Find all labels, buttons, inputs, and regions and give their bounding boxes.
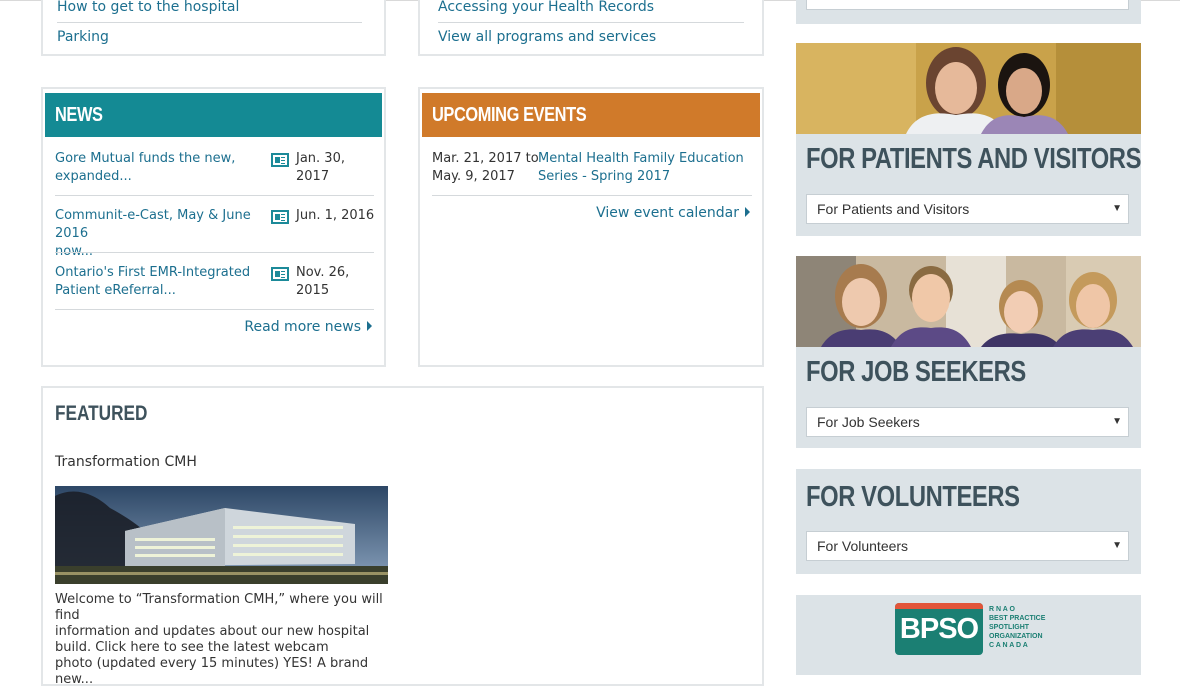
news-item-date-line2: 2015 (296, 283, 330, 298)
job-seekers-select-value: For Job Seekers (817, 414, 920, 430)
event-item-link[interactable]: Mental Health Family Education Series - … (538, 150, 753, 186)
divider (55, 195, 374, 196)
event-date: Mar. 21, 2017 to May. 9, 2017 (432, 150, 539, 186)
link-view-all-programs[interactable]: View all programs and services (438, 28, 656, 46)
job-seekers-title-text: FOR JOB SEEKERS (806, 356, 1026, 388)
news-item-date: Jun. 1, 2016 (296, 207, 374, 225)
job-seekers-photo (796, 256, 1141, 347)
bpso-accent-bar (895, 603, 983, 609)
students-photo (796, 256, 1141, 347)
staff-photo (796, 43, 1141, 134)
divider (55, 309, 374, 310)
patients-photo (796, 43, 1141, 134)
bpso-org-line: SPOTLIGHT (989, 624, 1030, 631)
bpso-org-text: R N A O BEST PRACTICE SPOTLIGHT ORGANIZA… (989, 605, 1045, 650)
bpso-card[interactable]: BPSO R N A O BEST PRACTICE SPOTLIGHT ORG… (796, 595, 1141, 675)
caret-right-icon (367, 321, 372, 331)
featured-title-text: FEATURED (55, 402, 148, 425)
dropdown-arrow-icon: ▼ (1112, 203, 1122, 214)
event-date-line1: Mar. 21, 2017 to (432, 151, 539, 166)
news-item-date: Jan. 30, 2017 (296, 150, 345, 186)
divider (55, 252, 374, 253)
sidebar-top-select[interactable] (806, 0, 1129, 10)
featured-title: FEATURED (55, 402, 168, 426)
divider (432, 195, 752, 196)
news-title: NEWS (55, 104, 103, 126)
volunteers-card: FOR VOLUNTEERS For Volunteers ▼ (796, 469, 1141, 574)
hospital-building-photo (55, 486, 388, 584)
news-item-link[interactable]: Gore Mutual funds the new, expanded... (55, 150, 265, 186)
event-date-line2: May. 9, 2017 (432, 169, 515, 184)
bpso-logo: BPSO (895, 603, 983, 655)
featured-body-line: build. Click here to see the latest webc… (55, 640, 329, 655)
news-item-date-line1: Jan. 30, (296, 151, 345, 166)
bpso-org-line: R N A O (989, 606, 1015, 613)
news-item-date: Nov. 26, 2015 (296, 264, 349, 300)
job-seekers-select[interactable]: For Job Seekers ▼ (806, 407, 1129, 437)
volunteers-select[interactable]: For Volunteers ▼ (806, 531, 1129, 561)
dropdown-arrow-icon: ▼ (1112, 540, 1122, 551)
link-health-records[interactable]: Accessing your Health Records (438, 0, 654, 16)
news-item-text-line1: Gore Mutual funds the new, (55, 151, 236, 166)
event-text-line2: Series - Spring 2017 (538, 169, 671, 184)
bpso-org-line: C A N A D A (989, 642, 1028, 649)
job-seekers-title: FOR JOB SEEKERS (806, 356, 1074, 389)
patients-visitors-title-text: FOR PATIENTS AND VISITORS (806, 143, 1142, 175)
view-event-calendar-link[interactable]: View event calendar (596, 205, 750, 221)
volunteers-title: FOR VOLUNTEERS (806, 481, 1066, 514)
featured-body-line: Welcome to “Transformation CMH,” where y… (55, 592, 383, 623)
sidebar-top-section (796, 0, 1141, 24)
patients-visitors-card: FOR PATIENTS AND VISITORS For Patients a… (796, 43, 1141, 236)
volunteers-select-value: For Volunteers (817, 538, 909, 554)
patients-visitors-select-value: For Patients and Visitors (817, 201, 970, 217)
link-parking[interactable]: Parking (57, 28, 109, 46)
patients-visitors-title: FOR PATIENTS AND VISITORS (806, 143, 1180, 176)
events-panel: UPCOMING EVENTS Mar. 21, 2017 to May. 9,… (418, 87, 764, 367)
read-more-news-link[interactable]: Read more news (244, 319, 372, 335)
bpso-logo-text: BPSO (899, 613, 979, 645)
news-item-date-line1: Jun. 1, 2016 (296, 208, 375, 223)
news-item-date-line1: Nov. 26, (296, 265, 350, 280)
featured-subtitle[interactable]: Transformation CMH (55, 454, 197, 470)
bpso-org-line: ORGANIZATION (989, 633, 1043, 640)
dropdown-arrow-icon: ▼ (1112, 416, 1122, 427)
news-panel: NEWS Gore Mutual funds the new, expanded… (41, 87, 386, 367)
divider (57, 22, 362, 23)
divider (438, 22, 744, 23)
news-item-text-line1: Communit-e-Cast, May & June 2016 (55, 208, 251, 241)
volunteers-title-text: FOR VOLUNTEERS (806, 481, 1020, 513)
news-icon (271, 267, 289, 281)
event-text-line1: Mental Health Family Education (538, 151, 744, 166)
read-more-news-label: Read more news (244, 319, 361, 335)
featured-body-line: information and updates about our new ho… (55, 624, 370, 639)
featured-panel: FEATURED Transformation CMH Welcome to “… (41, 386, 764, 688)
news-icon (271, 153, 289, 167)
news-item-link[interactable]: Ontario's First EMR-Integrated Patient e… (55, 264, 265, 300)
news-item-date-line2: 2017 (296, 169, 330, 184)
featured-body: Welcome to “Transformation CMH,” where y… (55, 592, 395, 688)
news-item-text-line2: Patient eReferral... (55, 283, 176, 298)
news-header: NEWS (45, 93, 382, 137)
events-title: UPCOMING EVENTS (432, 104, 587, 126)
hospital-building-image[interactable] (55, 486, 388, 584)
events-header: UPCOMING EVENTS (422, 93, 760, 137)
view-event-calendar-label: View event calendar (596, 205, 739, 221)
caret-right-icon (745, 207, 750, 217)
job-seekers-card: FOR JOB SEEKERS For Job Seekers ▼ (796, 256, 1141, 448)
patients-visitors-select[interactable]: For Patients and Visitors ▼ (806, 194, 1129, 224)
news-item-text-line2: expanded... (55, 169, 132, 184)
hospital-links-box: How to get to the hospital Parking (41, 0, 386, 56)
bpso-org-line: BEST PRACTICE (989, 615, 1046, 622)
news-icon (271, 210, 289, 224)
services-links-box: Accessing your Health Records View all p… (418, 0, 764, 56)
featured-body-line: photo (updated every 15 minutes) YES! A … (55, 656, 369, 687)
link-how-to-get-to-hospital[interactable]: How to get to the hospital (57, 0, 239, 16)
news-item-text-line1: Ontario's First EMR-Integrated (55, 265, 251, 280)
